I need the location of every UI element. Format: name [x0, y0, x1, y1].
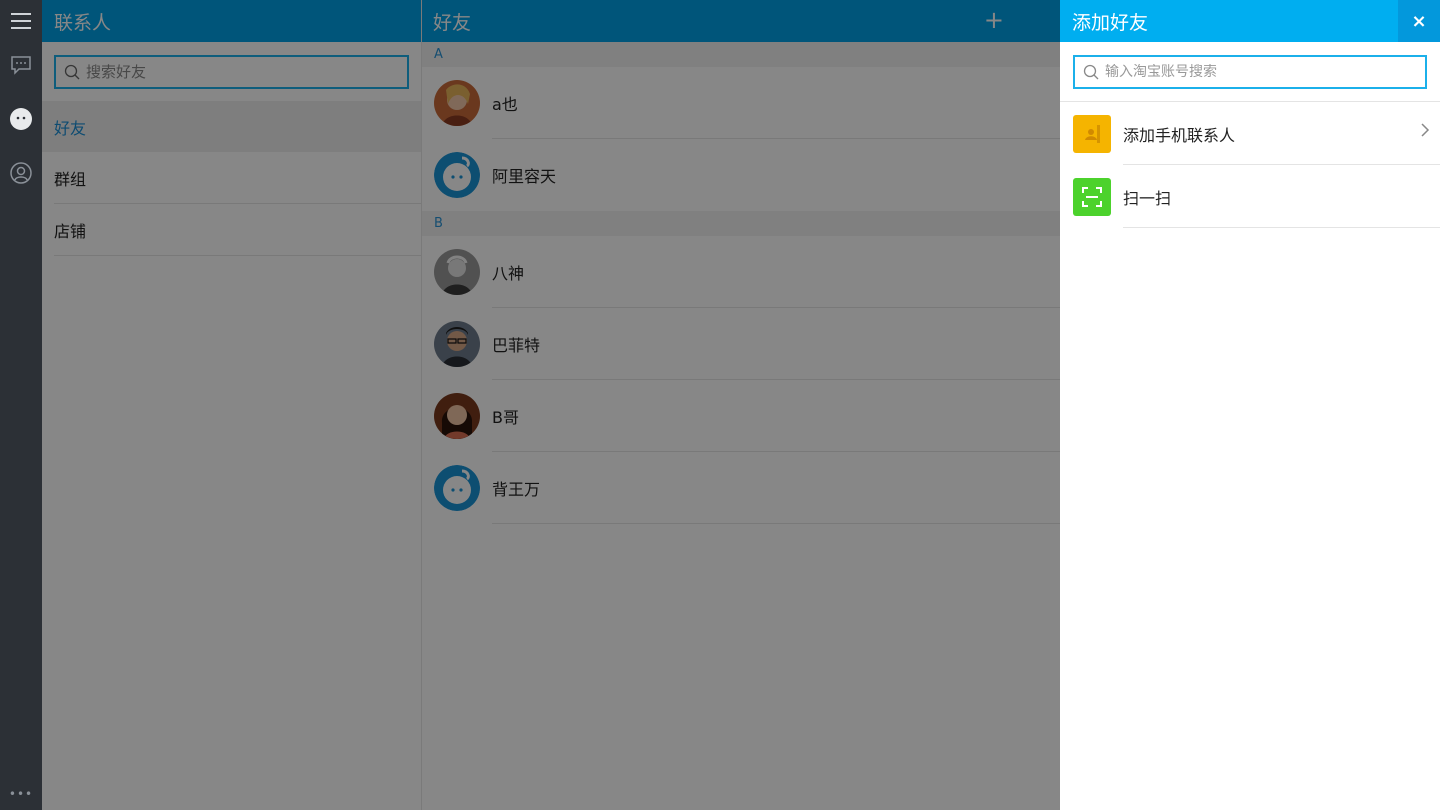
- chevron-right-icon: [1421, 123, 1430, 137]
- panel-search-wrap: [1060, 42, 1440, 102]
- item-label: 扫一扫: [1123, 188, 1172, 208]
- add-phone-contacts-item[interactable]: 添加手机联系人: [1060, 102, 1440, 165]
- modal-overlay[interactable]: [42, 0, 1060, 810]
- panel-header: 添加好友 ×: [1060, 0, 1440, 42]
- user-circle-icon: [10, 162, 32, 184]
- close-button[interactable]: ×: [1398, 0, 1440, 42]
- item-label: 添加手机联系人: [1123, 125, 1236, 145]
- mascot-icon: [10, 108, 32, 130]
- contact-book-icon: [1073, 114, 1111, 153]
- add-friend-panel: 添加好友 × 添加手机联: [1060, 0, 1440, 810]
- left-rail: •••: [0, 0, 42, 810]
- scan-icon: [1073, 177, 1111, 216]
- menu-button[interactable]: [0, 0, 42, 42]
- hamburger-icon: [11, 13, 31, 29]
- rail-messages[interactable]: [0, 42, 42, 88]
- row-divider: [1123, 227, 1440, 228]
- app-window: ••• 联系人 好友 群组 店铺: [0, 0, 1440, 810]
- chat-bubble-icon: [11, 56, 31, 75]
- rail-profile[interactable]: [0, 150, 42, 196]
- panel-search-box[interactable]: [1073, 55, 1427, 89]
- account-search-input[interactable]: [1105, 64, 1405, 80]
- panel-title: 添加好友: [1072, 11, 1149, 34]
- scan-item[interactable]: 扫一扫: [1060, 165, 1440, 228]
- close-icon: ×: [1411, 10, 1427, 32]
- rail-contacts[interactable]: [0, 96, 42, 142]
- more-button[interactable]: •••: [0, 784, 42, 804]
- more-dots-icon: •••: [8, 787, 34, 801]
- search-icon: [1083, 64, 1099, 80]
